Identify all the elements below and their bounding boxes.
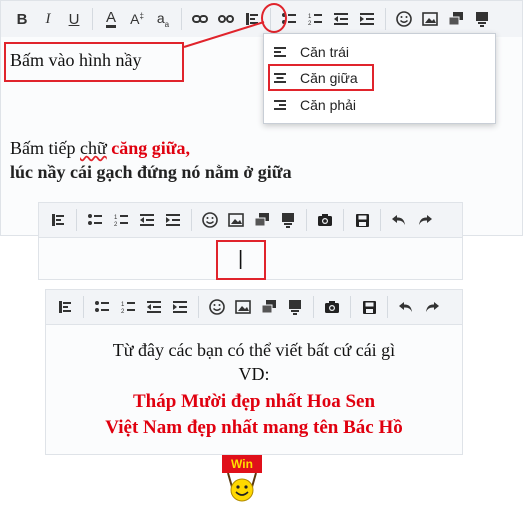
media-icon xyxy=(254,213,269,227)
bullet-list-button[interactable] xyxy=(89,294,115,320)
undo-icon xyxy=(399,302,412,312)
image-icon xyxy=(235,300,251,314)
numbered-list-icon: 12 xyxy=(121,302,135,314)
second-step-text: Bấm tiếp chữ căng giữa, xyxy=(10,138,190,159)
save-icon xyxy=(355,213,369,227)
undo-button[interactable] xyxy=(393,294,419,320)
second-step-text-b: chữ xyxy=(80,138,107,158)
insert-image-button[interactable] xyxy=(230,294,256,320)
toolbar-separator xyxy=(313,296,314,318)
smile-icon xyxy=(202,212,218,228)
svg-text:2: 2 xyxy=(121,309,125,314)
more-icon xyxy=(282,213,294,228)
outdent-button[interactable] xyxy=(141,294,167,320)
save-icon xyxy=(362,300,376,314)
toolbar-separator xyxy=(191,209,192,231)
menu-item-label: Căn phải xyxy=(300,97,357,113)
win-sign: Win xyxy=(222,455,262,473)
align-button[interactable] xyxy=(52,294,78,320)
center-option-highlight-box xyxy=(268,64,374,91)
content-line-4: Việt Nam đẹp nhất mang tên Bác Hồ xyxy=(105,417,403,438)
redo-icon xyxy=(419,215,432,225)
toolbar-separator xyxy=(343,209,344,231)
bullet-list-icon xyxy=(95,301,109,312)
outdent-icon xyxy=(140,214,154,226)
win-sticker: Win xyxy=(222,455,262,505)
text-cursor: | xyxy=(238,248,244,270)
toolbar-separator xyxy=(83,296,84,318)
toolbar-separator xyxy=(350,296,351,318)
image-icon xyxy=(228,213,244,227)
redo-button[interactable] xyxy=(419,294,445,320)
insert-media-button[interactable] xyxy=(249,207,275,233)
toolbar-separator xyxy=(76,209,77,231)
outdent-button[interactable] xyxy=(134,207,160,233)
indent-button[interactable] xyxy=(167,294,193,320)
editor-toolbar-bottom: 12 xyxy=(45,289,463,325)
more-button[interactable] xyxy=(275,207,301,233)
numbered-list-button[interactable]: 12 xyxy=(115,294,141,320)
numbered-list-icon: 12 xyxy=(114,215,128,227)
camera-icon xyxy=(318,214,332,226)
second-step-text-c: căng giữa, xyxy=(106,138,191,158)
numbered-list-button[interactable]: 12 xyxy=(108,207,134,233)
indent-icon xyxy=(166,214,180,226)
save-draft-button[interactable] xyxy=(356,294,382,320)
save-draft-button[interactable] xyxy=(349,207,375,233)
menu-item-label: Căn trái xyxy=(300,44,350,60)
more-button[interactable] xyxy=(282,294,308,320)
smilie-button[interactable] xyxy=(204,294,230,320)
redo-icon xyxy=(426,302,439,312)
toolbar-separator xyxy=(198,296,199,318)
screenshot-button[interactable] xyxy=(312,207,338,233)
content-line-2: VD: xyxy=(238,364,270,384)
content-line-1: Từ đây các bạn có thể viết bất cứ cái gì xyxy=(112,340,396,360)
indent-button[interactable] xyxy=(160,207,186,233)
outdent-icon xyxy=(147,301,161,313)
menu-item-align-right[interactable]: Căn phải xyxy=(274,97,356,113)
smilie-button[interactable] xyxy=(197,207,223,233)
svg-text:2: 2 xyxy=(114,222,118,227)
insert-image-button[interactable] xyxy=(223,207,249,233)
camera-icon xyxy=(325,301,339,313)
bullet-list-icon xyxy=(88,214,102,225)
undo-button[interactable] xyxy=(386,207,412,233)
align-left-icon xyxy=(274,47,286,57)
more-icon xyxy=(289,300,301,315)
toolbar-separator xyxy=(306,209,307,231)
third-step-text: lúc nầy cái gạch đứng nó nằm ở giữa xyxy=(10,162,292,182)
redo-button[interactable] xyxy=(412,207,438,233)
align-right-icon xyxy=(274,100,286,110)
second-step-text-a: Bấm tiếp xyxy=(10,138,80,158)
insert-media-button[interactable] xyxy=(256,294,282,320)
smiley-face-icon xyxy=(227,473,257,502)
smile-icon xyxy=(209,299,225,315)
indent-icon xyxy=(173,301,187,313)
toolbar-separator xyxy=(380,209,381,231)
menu-item-align-left[interactable]: Căn trái xyxy=(274,44,349,60)
align-left-icon xyxy=(59,301,71,313)
svg-text:1: 1 xyxy=(121,302,125,308)
undo-icon xyxy=(392,215,405,225)
svg-text:1: 1 xyxy=(114,215,118,221)
toolbar-separator xyxy=(387,296,388,318)
content-line-3: Tháp Mười đẹp nhất Hoa Sen xyxy=(132,391,376,412)
align-left-icon xyxy=(52,214,64,226)
media-icon xyxy=(261,300,276,314)
bullet-list-button[interactable] xyxy=(82,207,108,233)
editor-toolbar-middle: 12 xyxy=(38,202,463,238)
align-button[interactable] xyxy=(45,207,71,233)
screenshot-button[interactable] xyxy=(319,294,345,320)
